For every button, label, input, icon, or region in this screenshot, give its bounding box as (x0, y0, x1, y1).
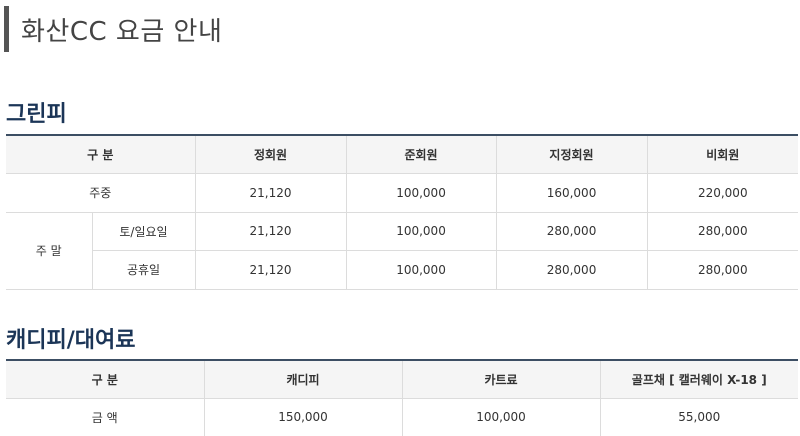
cell-value: 280,000 (495, 250, 648, 290)
row-label-weekend: 주 말 (6, 212, 92, 290)
cell-value: 280,000 (646, 212, 799, 251)
header-designated-member: 지정회원 (495, 135, 648, 174)
table-row: 주중 21,120 100,000 160,000 220,000 (6, 173, 799, 213)
header-cart-fee: 카트료 (401, 360, 600, 399)
cell-value: 55,000 (599, 398, 798, 436)
table-row: 금 액 150,000 100,000 55,000 (6, 398, 798, 436)
caddie-section-title: 캐디피/대여료 (6, 328, 136, 353)
page-header: 화산CC 요금 안내 (4, 6, 222, 52)
header-regular-member: 정회원 (194, 135, 347, 174)
table-row: 주 말 토/일요일 21,120 100,000 280,000 280,000 (6, 212, 799, 290)
page-title: 화산CC 요금 안내 (21, 16, 223, 47)
row-label-sat-sun: 토/일요일 (91, 212, 196, 251)
cell-value: 100,000 (345, 250, 497, 290)
greenfee-table: 구 분 정회원 준회원 지정회원 비회원 주중 21,120 100,000 1… (6, 134, 799, 290)
cell-value: 100,000 (401, 398, 600, 436)
header-caddie-fee: 캐디피 (203, 360, 402, 399)
cell-value: 21,120 (194, 212, 347, 251)
cell-value: 220,000 (646, 173, 799, 213)
greenfee-header-row: 구 분 정회원 준회원 지정회원 비회원 (6, 135, 799, 174)
header-associate-member: 준회원 (345, 135, 497, 174)
title-accent-bar (4, 6, 9, 52)
cell-value: 150,000 (203, 398, 402, 436)
cell-value: 280,000 (495, 212, 648, 251)
header-club-rental: 골프채 [ 캘러웨이 X-18 ] (599, 360, 798, 399)
row-label-amount: 금 액 (6, 398, 204, 436)
cell-value: 21,120 (194, 250, 347, 290)
header-non-member: 비회원 (646, 135, 799, 174)
row-label-weekday: 주중 (6, 173, 196, 213)
cell-value: 280,000 (646, 250, 799, 290)
table-row: 공휴일 21,120 100,000 280,000 280,000 (6, 250, 799, 290)
cell-value: 100,000 (345, 212, 497, 251)
row-label-holiday: 공휴일 (91, 250, 196, 290)
greenfee-section-title: 그린피 (6, 102, 67, 127)
caddie-header-row: 구 분 캐디피 카트료 골프채 [ 캘러웨이 X-18 ] (6, 360, 798, 399)
header-category: 구 분 (6, 360, 204, 399)
cell-value: 100,000 (345, 173, 497, 213)
header-category: 구 분 (6, 135, 196, 174)
cell-value: 160,000 (495, 173, 648, 213)
cell-value: 21,120 (194, 173, 347, 213)
caddie-table: 구 분 캐디피 카트료 골프채 [ 캘러웨이 X-18 ] 금 액 150,00… (6, 359, 798, 436)
